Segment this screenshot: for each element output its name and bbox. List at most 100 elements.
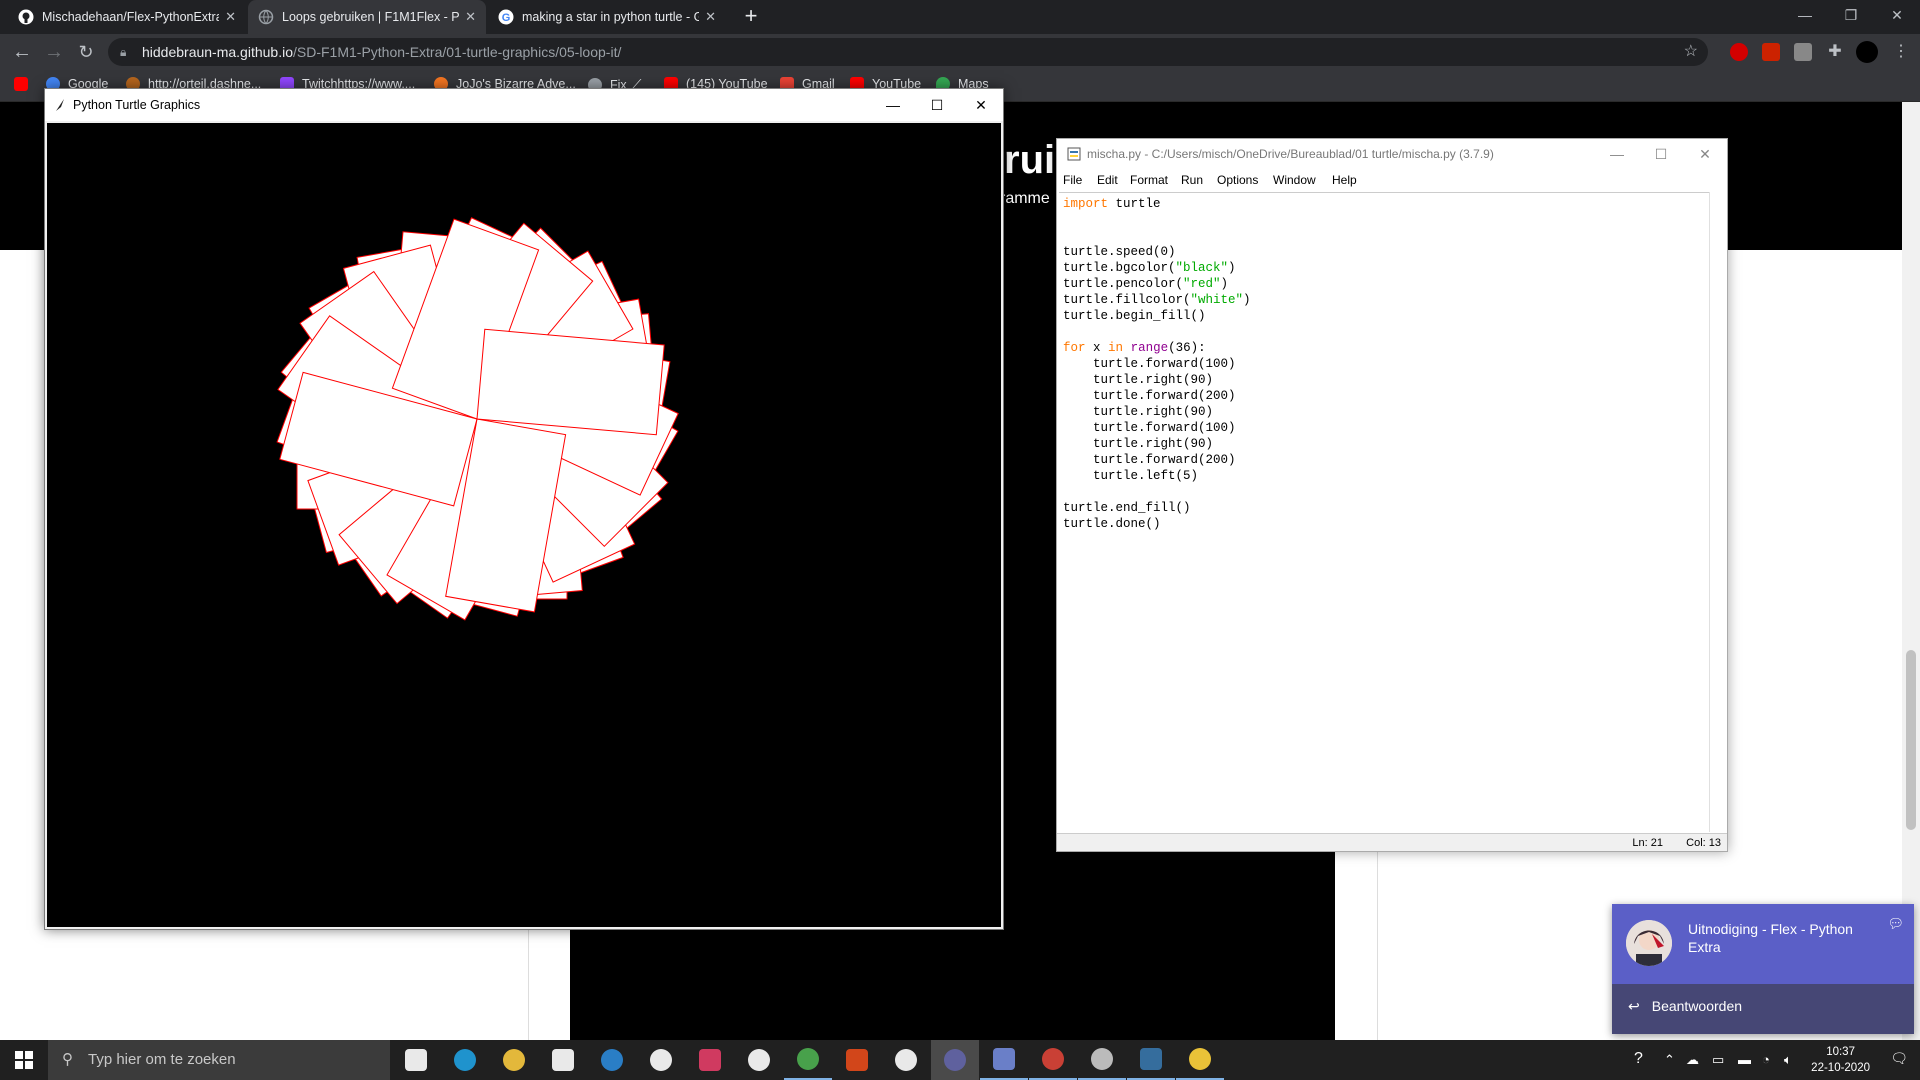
chrome-alt-icon-glyph bbox=[1042, 1048, 1064, 1070]
menu-run[interactable]: Run bbox=[1181, 173, 1203, 187]
onedrive-icon[interactable]: ☁ bbox=[1686, 1052, 1699, 1068]
chat-icon[interactable]: 💬︎ bbox=[1887, 916, 1904, 932]
bookmark-star-icon[interactable]: ☆ bbox=[1684, 38, 1698, 66]
teams-icon[interactable] bbox=[931, 1040, 979, 1080]
menu-dots-icon[interactable]: ⋮ bbox=[1892, 43, 1910, 61]
minimize-icon[interactable]: — bbox=[1782, 0, 1828, 30]
code-editor[interactable]: import turtle turtle.speed(0) turtle.bgcol… bbox=[1059, 192, 1713, 832]
battery-icon[interactable]: ▬ bbox=[1738, 1052, 1751, 1067]
notification-body[interactable]: Uitnodiging - Flex - Python Extra 💬︎ bbox=[1612, 904, 1914, 984]
idle-icon[interactable] bbox=[1176, 1040, 1224, 1080]
chrome-alt-icon[interactable] bbox=[1029, 1040, 1077, 1080]
lightning-icon[interactable] bbox=[735, 1040, 783, 1080]
creative-cloud-icon[interactable] bbox=[686, 1040, 734, 1080]
back-icon[interactable]: ← bbox=[8, 38, 36, 66]
restore-icon[interactable]: ❐ bbox=[1828, 0, 1874, 30]
browser-tab-bar: Mischadehaan/Flex-PythonExtra ✕ Loops ge… bbox=[0, 0, 1920, 34]
file-explorer-icon[interactable] bbox=[490, 1040, 538, 1080]
minimize-icon[interactable]: — bbox=[1595, 139, 1639, 169]
editor-scrollbar[interactable] bbox=[1709, 192, 1725, 832]
code-line: turtle.begin_fill() bbox=[1063, 309, 1206, 323]
reload-icon[interactable]: ↻ bbox=[72, 38, 100, 66]
taskbar: ⚲ Typ hier om te zoeken ? ⌃ ☁ ▭ ▬ ◔ 🔈︎ 1… bbox=[0, 1040, 1920, 1080]
idle-titlebar[interactable]: mischa.py - C:/Users/misch/OneDrive/Bure… bbox=[1057, 139, 1727, 169]
page-scrollbar[interactable] bbox=[1902, 102, 1920, 1040]
mail-icon[interactable] bbox=[588, 1040, 636, 1080]
chevron-up-icon[interactable]: ⌃ bbox=[1664, 1052, 1675, 1068]
menu-file[interactable]: File bbox=[1063, 173, 1082, 187]
avatar bbox=[1626, 920, 1672, 966]
windows-icon bbox=[15, 1051, 33, 1069]
display-icon[interactable]: ▭ bbox=[1712, 1052, 1724, 1068]
menu-help[interactable]: Help bbox=[1332, 173, 1357, 187]
clock-date: 22-10-2020 bbox=[1811, 1062, 1870, 1074]
notification-message: Uitnodiging - Flex - Python Extra bbox=[1688, 921, 1853, 955]
search-placeholder: Typ hier om te zoeken bbox=[88, 1051, 236, 1068]
tab-close-icon[interactable]: ✕ bbox=[225, 9, 236, 25]
help-icon[interactable]: ? bbox=[1634, 1050, 1643, 1068]
discord-icon[interactable] bbox=[980, 1040, 1028, 1080]
forward-icon[interactable]: → bbox=[40, 38, 68, 66]
turtle-canvas bbox=[47, 123, 1001, 927]
scrollbar-thumb[interactable] bbox=[1906, 650, 1916, 830]
minimize-icon[interactable]: — bbox=[871, 89, 915, 121]
window-title: Python Turtle Graphics bbox=[73, 98, 201, 112]
code-line: turtle.forward(100) bbox=[1063, 357, 1236, 371]
wifi-icon[interactable]: ◔ bbox=[1762, 1052, 1770, 1067]
close-icon[interactable]: ✕ bbox=[959, 89, 1003, 121]
tab-close-icon[interactable]: ✕ bbox=[705, 9, 716, 25]
maximize-icon[interactable]: ☐ bbox=[1639, 139, 1683, 169]
edge-icon[interactable] bbox=[441, 1040, 489, 1080]
close-icon[interactable]: ✕ bbox=[1683, 139, 1727, 169]
page-subheading: ramme bbox=[1000, 190, 1050, 207]
extension-icon[interactable] bbox=[1730, 43, 1748, 61]
start-button[interactable] bbox=[0, 1040, 48, 1080]
google-icon: G bbox=[498, 9, 514, 25]
bookmark-item[interactable] bbox=[14, 77, 36, 91]
code-line: for x in range(36): bbox=[1063, 341, 1206, 355]
teams-notification[interactable]: Uitnodiging - Flex - Python Extra 💬︎ ↩ Be… bbox=[1612, 904, 1914, 1034]
menu-edit[interactable]: Edit bbox=[1097, 173, 1118, 187]
office-icon[interactable] bbox=[833, 1040, 881, 1080]
reply-button[interactable]: ↩ Beantwoorden bbox=[1628, 998, 1742, 1015]
store-icon-glyph bbox=[552, 1049, 574, 1071]
task-view-icon[interactable] bbox=[392, 1040, 440, 1080]
browser-tab-1[interactable]: Loops gebruiken | F1M1Flex - Py ✕ bbox=[248, 0, 486, 34]
maximize-icon[interactable]: ☐ bbox=[915, 89, 959, 121]
clock[interactable]: 10:37 22-10-2020 bbox=[1811, 1044, 1870, 1076]
volume-muted-icon[interactable]: 🔈︎ bbox=[1784, 1052, 1792, 1068]
store-icon[interactable] bbox=[539, 1040, 587, 1080]
browser-tab-0[interactable]: Mischadehaan/Flex-PythonExtra ✕ bbox=[8, 0, 246, 34]
svg-text:G: G bbox=[502, 12, 511, 24]
settings-icon[interactable] bbox=[882, 1040, 930, 1080]
chrome-icon[interactable] bbox=[784, 1040, 832, 1080]
action-center-icon[interactable]: 🗨︎ bbox=[1890, 1050, 1908, 1067]
code-line: turtle.forward(200) bbox=[1063, 389, 1236, 403]
code-line: turtle.fillcolor("white") bbox=[1063, 293, 1251, 307]
code-line: turtle.left(5) bbox=[1063, 469, 1199, 483]
python-icon[interactable] bbox=[1127, 1040, 1175, 1080]
code-line: turtle.right(90) bbox=[1063, 405, 1214, 419]
puzzle-icon[interactable]: ✚ bbox=[1826, 43, 1844, 61]
close-icon[interactable]: ✕ bbox=[1874, 0, 1920, 30]
extension-icon[interactable] bbox=[1794, 43, 1812, 61]
taskbar-search[interactable]: ⚲ Typ hier om te zoeken bbox=[48, 1040, 390, 1080]
code-line: turtle.right(90) bbox=[1063, 373, 1214, 387]
new-tab-button[interactable]: + bbox=[738, 4, 764, 30]
tab-close-icon[interactable]: ✕ bbox=[465, 9, 476, 25]
menu-window[interactable]: Window bbox=[1273, 173, 1316, 187]
dropbox-icon[interactable] bbox=[637, 1040, 685, 1080]
edge-icon-glyph bbox=[454, 1049, 476, 1071]
code-line: turtle.bgcolor("black") bbox=[1063, 261, 1236, 275]
menu-options[interactable]: Options bbox=[1217, 173, 1258, 187]
browser-tab-2[interactable]: G making a star in python turtle - G ✕ bbox=[488, 0, 726, 34]
extension-icon[interactable] bbox=[1762, 43, 1780, 61]
url-host: hiddebraun-ma.github.io bbox=[142, 44, 293, 60]
terminal-icon[interactable] bbox=[1078, 1040, 1126, 1080]
turtle-titlebar[interactable]: Python Turtle Graphics — ☐ ✕ bbox=[45, 89, 1003, 121]
code-line: turtle.speed(0) bbox=[1063, 245, 1176, 259]
address-bar[interactable]: 🔒︎ hiddebraun-ma.github.io/SD-F1M1-Pytho… bbox=[108, 38, 1708, 66]
menu-format[interactable]: Format bbox=[1130, 173, 1168, 187]
globe-icon bbox=[258, 9, 274, 25]
avatar[interactable] bbox=[1856, 41, 1878, 63]
